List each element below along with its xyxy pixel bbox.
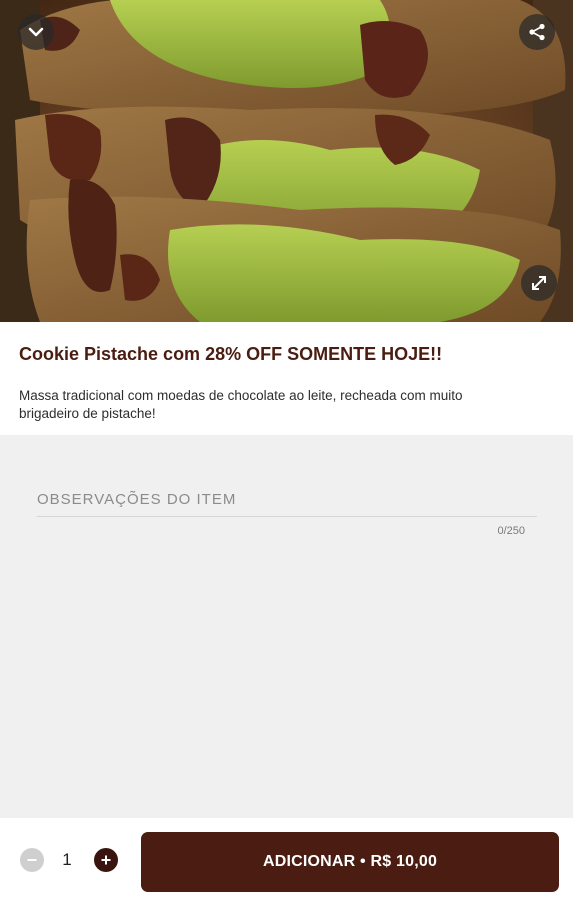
decrease-quantity-button[interactable] <box>20 848 44 872</box>
increase-quantity-button[interactable] <box>94 848 118 872</box>
share-button[interactable] <box>519 14 555 50</box>
product-info: Cookie Pistache com 28% OFF SOMENTE HOJE… <box>0 322 573 435</box>
notes-underline <box>37 516 537 517</box>
character-counter: 0/250 <box>497 525 525 537</box>
product-image <box>0 0 573 322</box>
product-description: Massa tradicional com moedas de chocolat… <box>19 388 463 421</box>
plus-icon <box>101 855 111 865</box>
collapse-button[interactable] <box>18 14 54 50</box>
bottom-action-bar: 1 ADICIONAR • R$ 10,00 <box>0 818 573 900</box>
product-detail-screen: Cookie Pistache com 28% OFF SOMENTE HOJE… <box>0 0 573 900</box>
quantity-value: 1 <box>62 850 72 869</box>
add-to-cart-button[interactable]: ADICIONAR • R$ 10,00 <box>141 832 559 892</box>
notes-input[interactable] <box>37 484 537 516</box>
expand-image-button[interactable] <box>521 265 557 301</box>
product-title: Cookie Pistache com 28% OFF SOMENTE HOJE… <box>19 344 443 364</box>
expand-icon <box>532 276 546 290</box>
chevron-down-icon <box>28 27 44 37</box>
share-icon <box>529 23 545 41</box>
minus-icon <box>27 859 37 861</box>
